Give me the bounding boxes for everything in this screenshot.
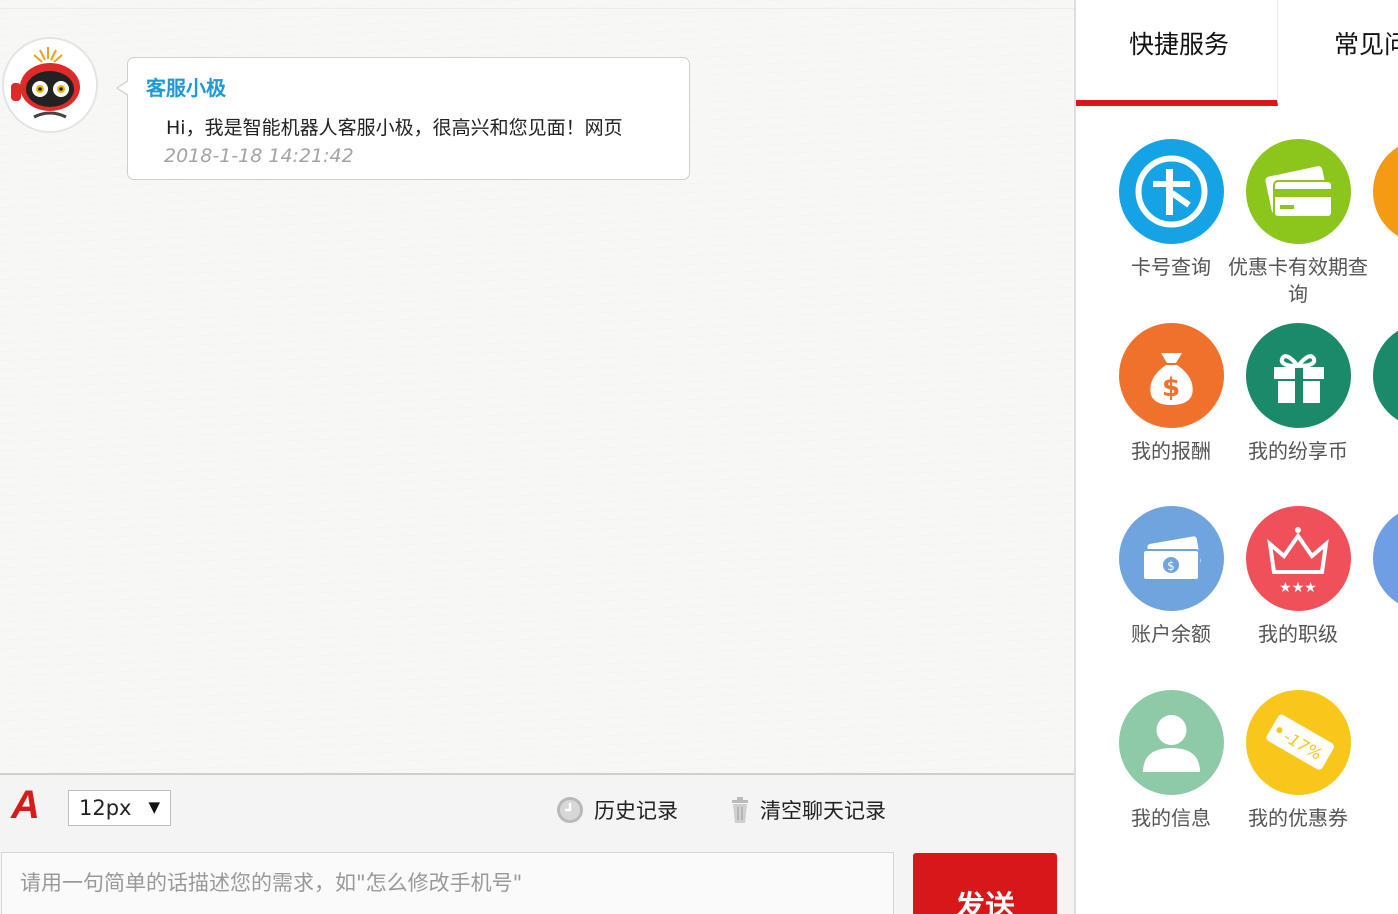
service-label: 优惠卡有效期查询 bbox=[1228, 255, 1368, 306]
partial-icon bbox=[1372, 323, 1398, 428]
chat-toolbar: A 12px ▼ 历史记录 清空聊天记录 bbox=[0, 773, 1075, 849]
user-icon bbox=[1118, 690, 1224, 795]
service-label: 卡号查询 bbox=[1131, 255, 1211, 279]
service-label: 我的优惠券 bbox=[1248, 806, 1348, 830]
service-my-rank[interactable]: ★★★ 我的职级 bbox=[1228, 506, 1368, 648]
trash-icon bbox=[732, 797, 748, 823]
card-icon bbox=[1118, 139, 1224, 244]
service-my-info[interactable]: 我的信息 bbox=[1101, 690, 1241, 832]
service-label: 账户余额 bbox=[1131, 622, 1211, 646]
clear-history-label: 清空聊天记录 bbox=[760, 799, 886, 823]
message-bubble: 客服小极 Hi，我是智能机器人客服小极，很高兴和您见面！网页 2018-1-18… bbox=[116, 57, 690, 180]
crown-icon: ★★★ bbox=[1245, 506, 1351, 611]
chat-window: 客服小极 Hi，我是智能机器人客服小极，很高兴和您见面！网页 2018-1-18… bbox=[0, 0, 1075, 774]
tab-quick-service[interactable]: 快捷服务 bbox=[1076, 0, 1278, 106]
money-bag-icon: $ bbox=[1118, 323, 1224, 428]
partial-icon bbox=[1372, 506, 1398, 611]
clock-icon bbox=[557, 797, 583, 823]
quick-service-panel: 快捷服务 常见问 卡号查询 优惠卡有效期查询 专 bbox=[1076, 0, 1398, 914]
service-partial-3[interactable]: 业务 bbox=[1355, 506, 1398, 648]
service-label: 我的职级 bbox=[1258, 622, 1338, 646]
message-timestamp: 2018-1-18 14:21:42 bbox=[164, 145, 354, 167]
agent-avatar bbox=[2, 37, 98, 133]
history-button[interactable]: 历史记录 bbox=[556, 795, 678, 825]
coupon-icon: -17% bbox=[1245, 690, 1351, 795]
tab-faq[interactable]: 常见问 bbox=[1334, 0, 1398, 106]
message-input[interactable] bbox=[1, 852, 894, 914]
service-label: 业务 bbox=[1355, 621, 1398, 648]
tab-label: 快捷服务 bbox=[1129, 30, 1230, 59]
divider bbox=[0, 8, 1075, 9]
tab-label: 常见问 bbox=[1334, 30, 1398, 59]
font-style-icon[interactable]: A bbox=[11, 785, 40, 825]
font-size-select[interactable]: 12px ▼ bbox=[68, 790, 171, 826]
service-my-reward[interactable]: $ 我的报酬 bbox=[1101, 323, 1241, 465]
input-area: 发送 bbox=[0, 849, 1075, 914]
chevron-down-icon: ▼ bbox=[148, 798, 160, 816]
service-account-balance[interactable]: $ 账户余额 bbox=[1101, 506, 1241, 648]
cash-icon: $ bbox=[1118, 506, 1224, 611]
service-label: 我的纷享币 bbox=[1248, 439, 1348, 463]
message-text: Hi，我是智能机器人客服小极，很高兴和您见面！网页 bbox=[166, 117, 623, 139]
credit-card-icon bbox=[1245, 139, 1351, 244]
agent-name: 客服小极 bbox=[146, 76, 226, 100]
history-label: 历史记录 bbox=[594, 799, 678, 823]
service-partial-1[interactable]: 专 bbox=[1355, 139, 1398, 281]
service-label: 我的信息 bbox=[1131, 806, 1211, 830]
font-size-value: 12px bbox=[79, 796, 132, 820]
partial-icon bbox=[1372, 139, 1398, 244]
service-my-coin[interactable]: 我的纷享币 bbox=[1228, 323, 1368, 465]
robot-icon bbox=[6, 41, 96, 131]
service-card-lookup[interactable]: 卡号查询 bbox=[1101, 139, 1241, 281]
service-coupon-validity[interactable]: 优惠卡有效期查询 bbox=[1228, 139, 1368, 308]
send-button[interactable]: 发送 bbox=[913, 853, 1057, 914]
service-my-coupons[interactable]: -17% 我的优惠券 bbox=[1228, 690, 1368, 832]
service-label: 消 bbox=[1355, 438, 1398, 465]
svg-text:$: $ bbox=[1167, 559, 1175, 573]
gift-icon bbox=[1245, 323, 1351, 428]
svg-text:$: $ bbox=[1161, 373, 1179, 403]
clear-history-button[interactable]: 清空聊天记录 bbox=[730, 795, 886, 825]
svg-text:★★★: ★★★ bbox=[1279, 580, 1317, 596]
service-label: 我的报酬 bbox=[1131, 439, 1211, 463]
service-partial-2[interactable]: 消 bbox=[1355, 323, 1398, 465]
service-label: 专 bbox=[1355, 254, 1398, 281]
